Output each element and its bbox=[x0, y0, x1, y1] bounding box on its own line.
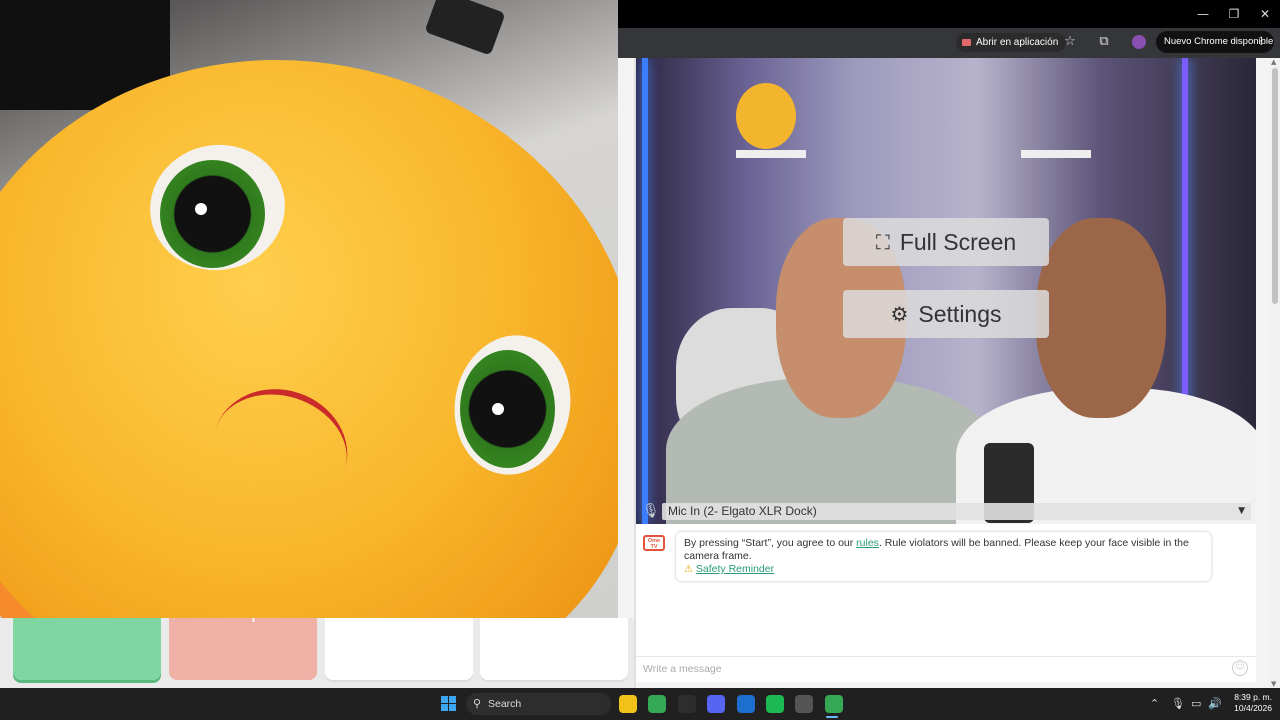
file-explorer-icon[interactable] bbox=[619, 695, 637, 713]
settings-button[interactable]: ⚙ Settings bbox=[843, 290, 1049, 338]
open-in-app-label: Abrir en aplicación bbox=[976, 37, 1059, 48]
eye-glint bbox=[195, 203, 207, 215]
plush-iris bbox=[160, 160, 265, 268]
fullscreen-icon: ⛶ bbox=[875, 230, 890, 254]
taskbar-search-label: Search bbox=[488, 698, 522, 710]
active-app-indicator bbox=[826, 716, 838, 718]
scroll-down-icon[interactable]: ▼ bbox=[1271, 680, 1276, 688]
plush-iris bbox=[460, 350, 555, 468]
system-message: By pressing “Start”, you agree to our ru… bbox=[676, 532, 1211, 581]
bookmark-star-icon[interactable]: ☆ bbox=[1060, 32, 1080, 52]
close-button[interactable]: ✕ bbox=[1250, 4, 1280, 24]
settings-label: Settings bbox=[918, 300, 1002, 327]
scroll-up-icon[interactable]: ▲ bbox=[1271, 58, 1276, 66]
extensions-icon[interactable]: ⧉ bbox=[1094, 32, 1114, 52]
chrome-update-button[interactable]: Nuevo Chrome disponible ⋮ bbox=[1156, 31, 1274, 53]
taskbar-search[interactable]: ⚲ Search bbox=[466, 693, 611, 715]
phone bbox=[424, 0, 506, 56]
start-menu-icon[interactable] bbox=[441, 696, 456, 711]
blank-button-1[interactable] bbox=[325, 618, 473, 680]
display-icon[interactable]: ▭ bbox=[1191, 697, 1201, 710]
rules-link[interactable]: rules bbox=[856, 537, 879, 549]
clock-time: 8:39 p. m. bbox=[1234, 692, 1272, 702]
page-scrollbar[interactable]: ▲ ▼ bbox=[1270, 58, 1280, 688]
app-b-icon[interactable] bbox=[736, 695, 755, 713]
fullscreen-button[interactable]: ⛶ Full Screen bbox=[843, 218, 1049, 266]
profile-avatar[interactable] bbox=[1132, 35, 1146, 49]
fullscreen-label: Full Screen bbox=[899, 228, 1017, 255]
windows-taskbar bbox=[0, 688, 1280, 720]
scrollbar-thumb[interactable] bbox=[1272, 68, 1278, 304]
app-icon bbox=[962, 39, 971, 46]
message-input[interactable]: Write a message bbox=[636, 656, 1256, 680]
stop-button[interactable]: Stop bbox=[169, 603, 317, 680]
plush-toy bbox=[736, 83, 796, 149]
search-icon: ⚲ bbox=[473, 697, 482, 710]
open-in-app-button[interactable]: Abrir en aplicación bbox=[956, 33, 1067, 52]
browser-titlebar bbox=[618, 0, 1280, 28]
person-right-head bbox=[1036, 218, 1166, 418]
ometv-logo: Ome TV bbox=[643, 535, 665, 551]
chevron-up-icon[interactable]: ⌃ bbox=[1150, 697, 1159, 710]
eye-glint bbox=[492, 403, 504, 415]
more-menu-icon[interactable]: ⋮ bbox=[1257, 31, 1267, 53]
discord-icon[interactable] bbox=[707, 695, 726, 713]
wall-shelf bbox=[1021, 150, 1091, 158]
self-camera-video bbox=[0, 0, 618, 618]
microphone-icon[interactable]: 🎙 bbox=[1171, 697, 1185, 710]
minimize-button[interactable]: — bbox=[1188, 4, 1218, 24]
notice-text: By pressing “Start”, you agree to our bbox=[684, 537, 857, 549]
chrome-active-icon[interactable] bbox=[824, 695, 843, 713]
app-c-icon[interactable] bbox=[795, 695, 814, 713]
warning-icon: ⚠ bbox=[684, 564, 693, 575]
spotify-icon[interactable] bbox=[766, 695, 784, 713]
neon-light bbox=[642, 58, 648, 524]
blank-button-2[interactable] bbox=[480, 618, 628, 680]
speaker-icon[interactable]: 🔊 bbox=[1208, 697, 1222, 710]
chatgpt-icon[interactable] bbox=[677, 695, 696, 713]
restore-button[interactable]: ❐ bbox=[1219, 4, 1249, 24]
start-button[interactable] bbox=[13, 618, 161, 680]
mic-select-value: Mic In (2- Elgato XLR Dock) bbox=[668, 504, 817, 518]
chrome-icon[interactable] bbox=[648, 695, 667, 713]
chevron-down-icon: ▼ bbox=[1238, 506, 1245, 516]
emoji-icon[interactable]: ☺ bbox=[1232, 660, 1248, 676]
wall-shelf bbox=[736, 150, 806, 158]
safety-reminder-link[interactable]: Safety Reminder bbox=[696, 563, 774, 575]
mic-select[interactable]: Mic In (2- Elgato XLR Dock) ▼ bbox=[662, 503, 1251, 520]
clock-date: 10/4/2026 bbox=[1234, 703, 1272, 713]
microphone-icon: 🎙 bbox=[642, 503, 660, 519]
taskbar-clock[interactable]: 8:39 p. m. 10/4/2026 bbox=[1226, 692, 1272, 714]
divider bbox=[634, 58, 636, 688]
gear-icon: ⚙ bbox=[890, 302, 909, 326]
